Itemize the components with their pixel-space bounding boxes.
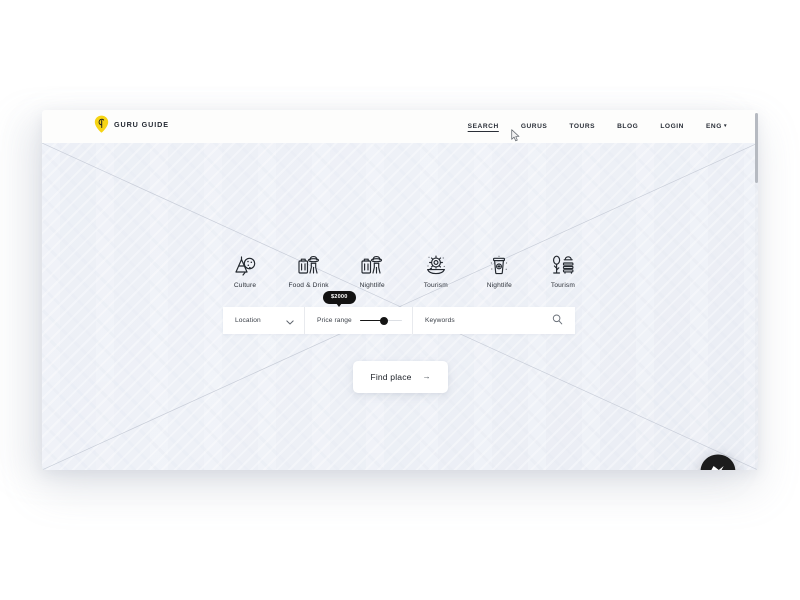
nav-item-gurus[interactable]: GURUS — [510, 120, 559, 133]
category-row: Culture Food & Drink Nightlife Tourism N… — [214, 250, 594, 289]
coffee-cup-icon — [487, 250, 511, 276]
brand-logo[interactable]: GURU GUIDE — [94, 115, 169, 133]
nav-label: TOURS — [569, 123, 596, 130]
nav-item-language[interactable]: ENG ▾ — [695, 120, 738, 133]
tree-bench-icon — [551, 250, 575, 276]
find-place-label: Find place — [370, 372, 412, 382]
price-range-slider[interactable] — [359, 316, 402, 326]
category-label: Food & Drink — [288, 282, 329, 289]
search-bar: Location Price range $2000 Keywords — [223, 291, 575, 334]
location-select[interactable]: Location — [223, 307, 305, 334]
price-range-label: Price range — [317, 317, 352, 324]
search-icon[interactable] — [552, 312, 563, 330]
chevron-down-icon — [286, 312, 294, 330]
category-label: Nightlife — [359, 282, 385, 289]
category-label: Nightlife — [486, 282, 512, 289]
page-scrollbar-thumb[interactable] — [754, 113, 758, 183]
arrow-right-icon: → — [422, 372, 431, 381]
brand-name: GURU GUIDE — [114, 119, 169, 129]
category-item-culture[interactable]: Culture — [214, 250, 276, 289]
site-header: GURU GUIDE SEARCH GURUS TOURS BLOG LOGIN… — [42, 110, 758, 143]
nav-item-search[interactable]: SEARCH — [457, 120, 510, 133]
page-scrollbar[interactable] — [754, 113, 758, 470]
category-item-food-drink[interactable]: Food & Drink — [278, 250, 340, 289]
map-pin-icon — [94, 115, 109, 133]
browser-window-card: GURU GUIDE SEARCH GURUS TOURS BLOG LOGIN… — [42, 110, 758, 470]
category-item-tourism-1[interactable]: Tourism — [405, 250, 467, 289]
location-label: Location — [235, 317, 261, 324]
slider-thumb[interactable] — [379, 316, 388, 325]
nav-item-tours[interactable]: TOURS — [558, 120, 606, 133]
nav-item-blog[interactable]: BLOG — [606, 120, 649, 133]
nav-label: ENG — [705, 123, 722, 130]
nav-item-login[interactable]: LOGIN — [649, 120, 695, 133]
price-value-tooltip: $2000 — [323, 291, 356, 306]
sun-boat-icon — [424, 250, 448, 276]
price-range-field: Price range $2000 — [305, 291, 413, 334]
category-label: Tourism — [550, 282, 576, 289]
category-item-nightlife-2[interactable]: Nightlife — [468, 250, 530, 289]
suitcase-hat-icon — [297, 250, 321, 276]
suitcase-hat-icon — [360, 250, 384, 276]
easel-palette-icon — [233, 250, 257, 276]
chevron-down-icon: ▾ — [723, 123, 727, 129]
category-item-nightlife-1[interactable]: Nightlife — [341, 250, 403, 289]
category-item-tourism-2[interactable]: Tourism — [532, 250, 594, 289]
nav-label: SEARCH — [467, 123, 499, 130]
nav-label: BLOG — [617, 123, 639, 130]
find-place-button[interactable]: Find place → — [353, 361, 448, 393]
category-label: Tourism — [423, 282, 448, 289]
hero-section: Culture Food & Drink Nightlife Tourism N… — [42, 143, 758, 470]
keywords-placeholder: Keywords — [425, 317, 455, 324]
nav-label: LOGIN — [660, 123, 684, 130]
main-nav: SEARCH GURUS TOURS BLOG LOGIN ENG ▾ — [457, 110, 738, 143]
messenger-bubble[interactable] — [699, 453, 737, 470]
nav-label: GURUS — [520, 123, 548, 130]
keywords-input[interactable]: Keywords — [413, 307, 575, 334]
category-label: Culture — [233, 282, 257, 289]
